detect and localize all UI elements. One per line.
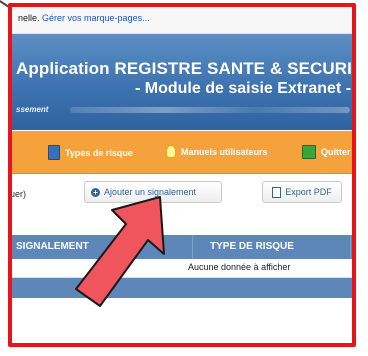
export-pdf-button[interactable]: Export PDF xyxy=(262,181,342,203)
app-banner: Application REGISTRE SANTE & SECURITE - … xyxy=(12,34,352,130)
document-icon xyxy=(272,186,282,198)
banner-caption: ssement xyxy=(16,105,49,114)
exit-icon xyxy=(302,145,316,159)
toolbar-fragment: uer) xyxy=(10,189,27,199)
column-type-de-risque[interactable]: TYPE DE RISQUE xyxy=(210,241,294,252)
menu-item-manuels-utilisateurs[interactable]: Manuels utilisateurs xyxy=(166,145,268,158)
lightbulb-icon xyxy=(166,145,176,158)
manage-bookmarks-link[interactable]: Gérer vos marque-pages... xyxy=(42,13,150,23)
menu-item-quitter[interactable]: Quitter xyxy=(302,145,351,159)
export-pdf-label: Export PDF xyxy=(285,187,332,197)
highlight-frame: nelle. Gérer vos marque-pages... Applica… xyxy=(8,3,356,347)
empty-message: Aucune donnée à afficher xyxy=(188,262,291,272)
menu-item-label: Manuels utilisateurs xyxy=(181,146,268,157)
main-menu: Types de risque Manuels utilisateurs Qui… xyxy=(12,131,352,174)
menu-item-types-de-risque[interactable]: Types de risque xyxy=(48,145,133,160)
bookmarks-bar: nelle. Gérer vos marque-pages... xyxy=(12,7,352,34)
menu-item-label: Quitter xyxy=(321,147,351,157)
pointer-arrow-icon xyxy=(75,196,165,307)
app-subtitle: - Module de saisie Extranet - xyxy=(135,80,352,97)
menu-item-label: Types de risque xyxy=(65,147,133,158)
bookmarks-prefix: nelle. xyxy=(18,13,40,23)
book-icon xyxy=(48,145,60,160)
column-divider xyxy=(192,235,193,259)
app-title: Application REGISTRE SANTE & SECURITE xyxy=(16,59,356,78)
column-divider xyxy=(350,235,351,259)
banner-decoration xyxy=(70,107,350,113)
